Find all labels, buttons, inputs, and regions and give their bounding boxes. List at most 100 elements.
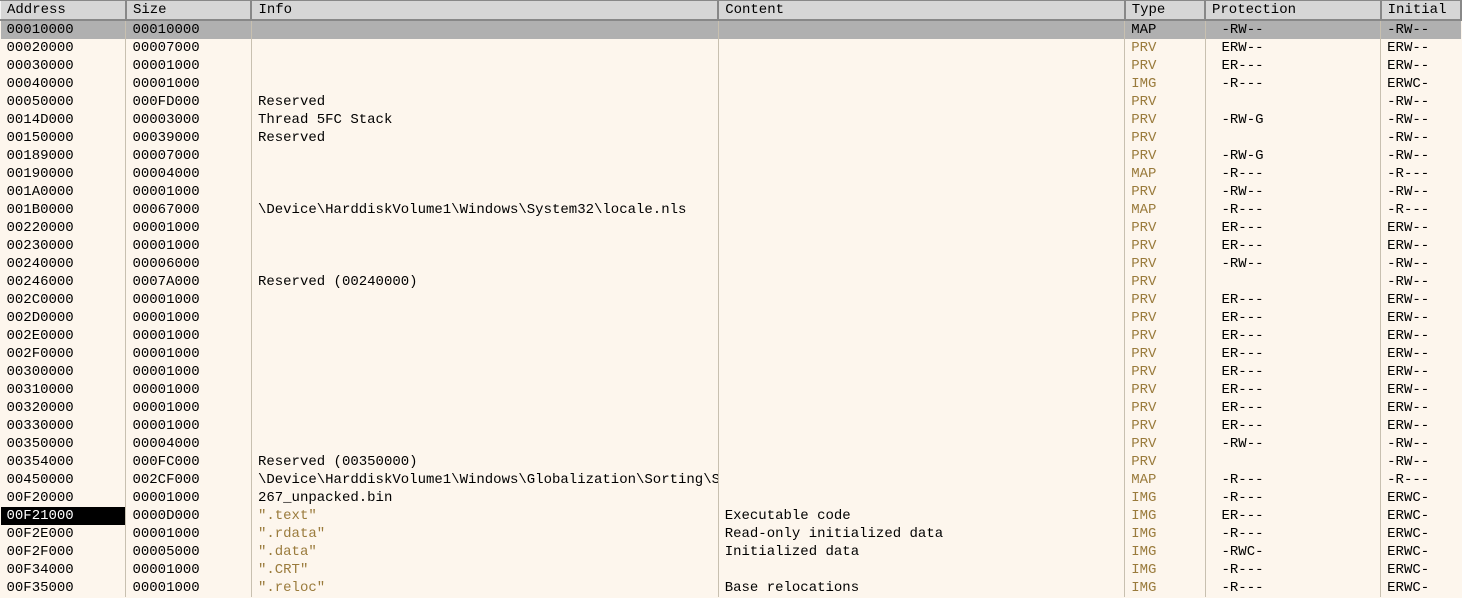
cell-type: PRV xyxy=(1125,399,1205,417)
cell-type: PRV xyxy=(1125,147,1205,165)
col-header-address[interactable]: Address xyxy=(1,1,126,21)
cell-size: 00039000 xyxy=(126,129,251,147)
cell-init: ERWC- xyxy=(1381,507,1461,525)
table-row[interactable]: 00050000000FD000ReservedPRV-RW-- xyxy=(1,93,1462,111)
cell-size: 00001000 xyxy=(126,309,251,327)
cell-address: 002E0000 xyxy=(1,327,126,345)
table-row[interactable]: 002F000000001000PRVER---ERW-- xyxy=(1,345,1462,363)
table-row[interactable]: 0024000000006000PRV-RW---RW-- xyxy=(1,255,1462,273)
cell-init: -RW-- xyxy=(1381,453,1461,471)
table-row[interactable]: 0015000000039000ReservedPRV-RW-- xyxy=(1,129,1462,147)
table-row[interactable]: 002D000000001000PRVER---ERW-- xyxy=(1,309,1462,327)
table-row[interactable]: 002C000000001000PRVER---ERW-- xyxy=(1,291,1462,309)
cell-content xyxy=(718,20,1125,39)
cell-prot: -R--- xyxy=(1205,471,1381,489)
cell-address: 00040000 xyxy=(1,75,126,93)
cell-size: 00001000 xyxy=(126,399,251,417)
cell-prot: ER--- xyxy=(1205,345,1381,363)
cell-type: IMG xyxy=(1125,507,1205,525)
cell-address: 00300000 xyxy=(1,363,126,381)
cell-info xyxy=(251,183,718,201)
table-row[interactable]: 0032000000001000PRVER---ERW-- xyxy=(1,399,1462,417)
col-header-initial[interactable]: Initial xyxy=(1381,1,1461,21)
col-header-protection[interactable]: Protection xyxy=(1205,1,1381,21)
cell-info xyxy=(251,399,718,417)
table-row[interactable]: 00F2E00000001000 ".rdata"Read-only initi… xyxy=(1,525,1462,543)
table-row[interactable]: 0014D00000003000Thread 5FC StackPRV-RW-G… xyxy=(1,111,1462,129)
cell-info xyxy=(251,39,718,57)
cell-address: 00050000 xyxy=(1,93,126,111)
cell-content xyxy=(718,453,1125,471)
table-row[interactable]: 00F210000000D000 ".text"Executable codeI… xyxy=(1,507,1462,525)
cell-content xyxy=(718,129,1125,147)
cell-size: 0007A000 xyxy=(126,273,251,291)
cell-type: PRV xyxy=(1125,183,1205,201)
table-row[interactable]: 001B000000067000\Device\HarddiskVolume1\… xyxy=(1,201,1462,219)
cell-init: ERWC- xyxy=(1381,579,1461,597)
cell-size: 00001000 xyxy=(126,381,251,399)
cell-prot xyxy=(1205,93,1381,111)
col-header-info[interactable]: Info xyxy=(251,1,718,21)
col-header-content[interactable]: Content xyxy=(718,1,1125,21)
table-row[interactable]: 00F3500000001000 ".reloc"Base relocation… xyxy=(1,579,1462,597)
cell-init: ERWC- xyxy=(1381,489,1461,507)
cell-init: ERW-- xyxy=(1381,399,1461,417)
table-row[interactable]: 00F3400000001000 ".CRT"IMG-R---ERWC- xyxy=(1,561,1462,579)
cell-content xyxy=(718,273,1125,291)
cell-info xyxy=(251,20,718,39)
table-row[interactable]: 00F2F00000005000 ".data"Initialized data… xyxy=(1,543,1462,561)
table-row[interactable]: 0035000000004000PRV-RW---RW-- xyxy=(1,435,1462,453)
table-row[interactable]: 00450000002CF000\Device\HarddiskVolume1\… xyxy=(1,471,1462,489)
cell-size: 00001000 xyxy=(126,561,251,579)
cell-address: 00220000 xyxy=(1,219,126,237)
table-row[interactable]: 0022000000001000PRVER---ERW-- xyxy=(1,219,1462,237)
cell-size: 00006000 xyxy=(126,255,251,273)
table-row[interactable]: 0004000000001000IMG-R---ERWC- xyxy=(1,75,1462,93)
table-row[interactable]: 0019000000004000MAP-R----R--- xyxy=(1,165,1462,183)
cell-init: -RW-- xyxy=(1381,111,1461,129)
cell-info xyxy=(251,345,718,363)
cell-init: -R--- xyxy=(1381,471,1461,489)
cell-type: PRV xyxy=(1125,453,1205,471)
cell-prot xyxy=(1205,273,1381,291)
cell-init: -RW-- xyxy=(1381,20,1461,39)
cell-type: IMG xyxy=(1125,75,1205,93)
memory-map-table[interactable]: Address Size Info Content Type Protectio… xyxy=(0,0,1462,597)
cell-content xyxy=(718,165,1125,183)
cell-content xyxy=(718,363,1125,381)
cell-init: ERW-- xyxy=(1381,327,1461,345)
cell-address: 00350000 xyxy=(1,435,126,453)
cell-address: 0014D000 xyxy=(1,111,126,129)
cell-prot: -RW-G xyxy=(1205,147,1381,165)
cell-init: ERWC- xyxy=(1381,75,1461,93)
table-row[interactable]: 0018900000007000PRV-RW-G-RW-- xyxy=(1,147,1462,165)
cell-content xyxy=(718,399,1125,417)
col-header-size[interactable]: Size xyxy=(126,1,251,21)
table-row[interactable]: 0002000000007000PRVERW--ERW-- xyxy=(1,39,1462,57)
table-row[interactable]: 0030000000001000PRVER---ERW-- xyxy=(1,363,1462,381)
table-row[interactable]: 00354000000FC000Reserved (00350000)PRV-R… xyxy=(1,453,1462,471)
cell-type: PRV xyxy=(1125,417,1205,435)
cell-prot: -R--- xyxy=(1205,489,1381,507)
table-row[interactable]: 0031000000001000PRVER---ERW-- xyxy=(1,381,1462,399)
cell-prot: -RW-- xyxy=(1205,20,1381,39)
cell-address: 00F2E000 xyxy=(1,525,126,543)
table-row[interactable]: 002E000000001000PRVER---ERW-- xyxy=(1,327,1462,345)
cell-init: ERW-- xyxy=(1381,57,1461,75)
cell-init: ERW-- xyxy=(1381,381,1461,399)
table-row[interactable]: 0001000000010000MAP-RW---RW-- xyxy=(1,20,1462,39)
table-row[interactable]: 00F2000000001000267_unpacked.binIMG-R---… xyxy=(1,489,1462,507)
cell-address: 002C0000 xyxy=(1,291,126,309)
cell-address: 00450000 xyxy=(1,471,126,489)
cell-size: 00007000 xyxy=(126,39,251,57)
table-row[interactable]: 001A000000001000PRV-RW---RW-- xyxy=(1,183,1462,201)
cell-info: ".CRT" xyxy=(251,561,718,579)
table-row[interactable]: 0033000000001000PRVER---ERW-- xyxy=(1,417,1462,435)
cell-prot: -RWC- xyxy=(1205,543,1381,561)
cell-init: -RW-- xyxy=(1381,93,1461,111)
table-row[interactable]: 0003000000001000PRVER---ERW-- xyxy=(1,57,1462,75)
table-row[interactable]: 0023000000001000PRVER---ERW-- xyxy=(1,237,1462,255)
table-row[interactable]: 002460000007A000Reserved (00240000)PRV-R… xyxy=(1,273,1462,291)
cell-info: ".reloc" xyxy=(251,579,718,597)
col-header-type[interactable]: Type xyxy=(1125,1,1205,21)
